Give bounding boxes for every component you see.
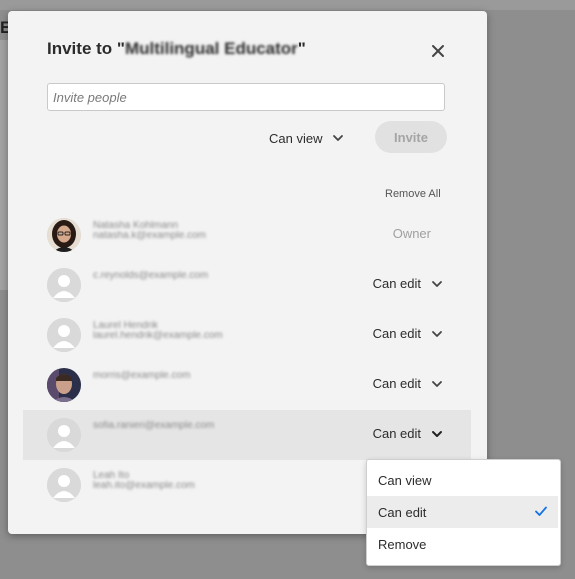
member-row-active: sofia.ranieri@example.com Can edit (23, 410, 471, 460)
invite-button[interactable]: Invite (375, 121, 447, 153)
member-name: c.reynolds@example.com (93, 271, 209, 281)
member-name: Laurel Hendrik laurel.hendrik@example.co… (93, 321, 223, 341)
remove-all-link[interactable]: Remove All (385, 188, 441, 200)
project-name: Multilingual Educator (124, 39, 298, 58)
menu-item-remove[interactable]: Remove (367, 528, 558, 560)
close-icon[interactable] (428, 41, 448, 61)
avatar (47, 418, 81, 452)
chevron-down-icon (431, 280, 443, 288)
invite-people-input[interactable] (47, 83, 445, 111)
background-strip (0, 0, 575, 10)
dialog-title: Invite to "Multilingual Educator" (47, 39, 306, 58)
permission-select[interactable]: Can view (269, 128, 344, 148)
menu-item-can-view[interactable]: Can view (367, 464, 558, 496)
member-row: Laurel Hendrik laurel.hendrik@example.co… (23, 310, 471, 360)
avatar (47, 368, 81, 402)
chevron-down-icon (431, 330, 443, 338)
member-row: morris@example.com Can edit (23, 360, 471, 410)
chevron-down-icon (332, 134, 344, 142)
member-name: morris@example.com (93, 371, 191, 381)
member-name: Leah Ito leah.ito@example.com (93, 471, 195, 491)
member-role-select[interactable]: Can edit (373, 276, 443, 291)
role-dropdown-menu: Can view Can edit Remove (366, 459, 561, 566)
avatar (47, 318, 81, 352)
member-row: Natasha Kohlmann natasha.k@example.com O… (23, 210, 471, 260)
member-role-select[interactable]: Can edit (373, 326, 443, 341)
chevron-down-icon (431, 380, 443, 388)
member-role: Owner (392, 226, 431, 241)
member-name: sofia.ranieri@example.com (93, 421, 215, 431)
menu-item-can-edit[interactable]: Can edit (367, 496, 558, 528)
member-role-select[interactable]: Can edit (373, 426, 443, 441)
invite-dialog: Invite to "Multilingual Educator" Can vi… (8, 11, 487, 534)
chevron-down-icon (431, 430, 443, 438)
checkmark-icon (534, 505, 548, 520)
avatar (47, 468, 81, 502)
avatar (47, 268, 81, 302)
member-role-select[interactable]: Can edit (373, 376, 443, 391)
member-row: c.reynolds@example.com Can edit (23, 260, 471, 310)
avatar (47, 218, 81, 252)
member-name: Natasha Kohlmann natasha.k@example.com (93, 221, 206, 241)
permission-select-label: Can view (269, 130, 323, 146)
